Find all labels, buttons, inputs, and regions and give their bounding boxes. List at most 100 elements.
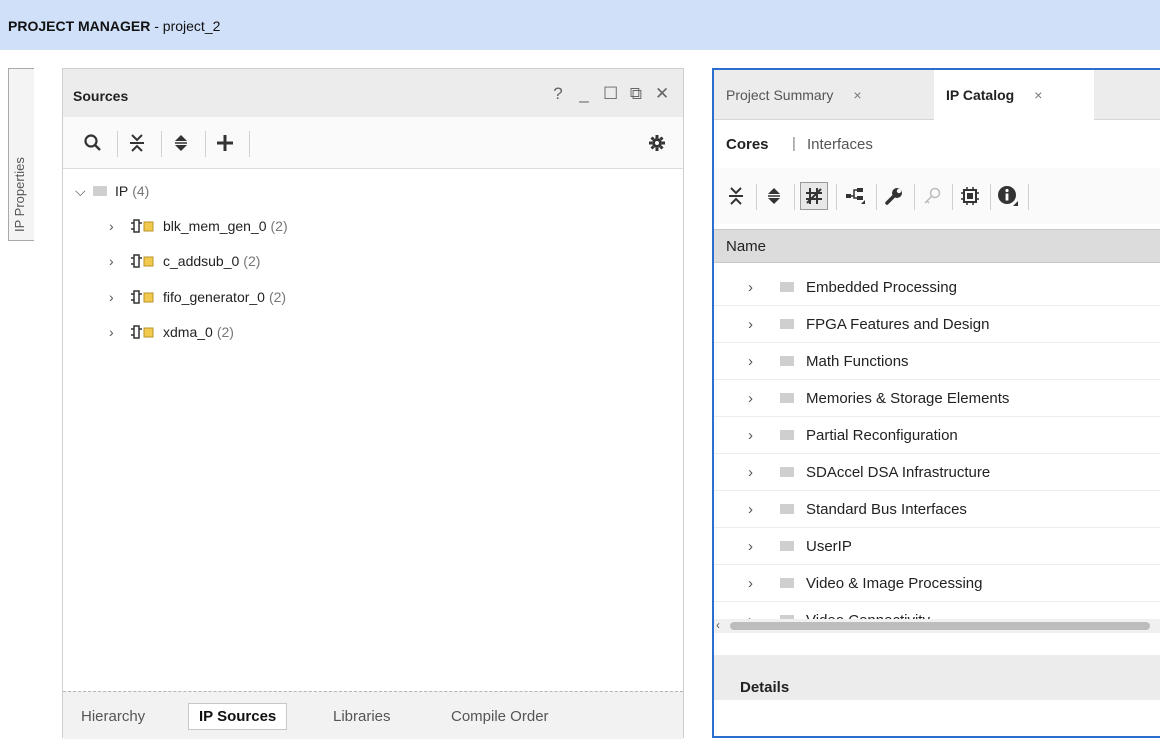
list-item[interactable]: › Math Functions [714,343,1160,380]
close-icon[interactable]: × [853,87,861,103]
tab-compile-order[interactable]: Compile Order [441,706,559,727]
tab-project-summary[interactable]: Project Summary × [714,70,934,120]
tree-root-label: IP [115,183,129,199]
tree-row[interactable]: › fifo_generator_0 (2) [109,287,286,307]
chevron-right-icon[interactable]: › [748,390,762,407]
tree-row[interactable]: › c_addsub_0 (2) [109,251,260,271]
key-icon[interactable] [920,184,944,208]
sources-bottom-tabs: Hierarchy IP Sources Libraries Compile O… [63,691,683,739]
search-icon[interactable] [81,131,105,155]
list-item[interactable]: › Memories & Storage Elements [714,380,1160,417]
category-label: Math Functions [806,352,909,370]
category-label: Standard Bus Interfaces [806,500,967,518]
expand-all-icon[interactable] [169,131,193,155]
chevron-down-icon[interactable]: ⌵ [75,183,89,200]
editor-tabbar: Project Summary × IP Catalog × [714,70,1160,120]
ip-item-label: fifo_generator_0 [163,289,265,305]
scrollbar-thumb[interactable] [730,622,1150,630]
folder-icon [93,186,107,196]
chevron-right-icon[interactable]: › [748,464,762,481]
list-item[interactable]: › FPGA Features and Design [714,306,1160,343]
chevron-right-icon[interactable]: › [748,538,762,555]
chevron-right-icon[interactable]: › [748,353,762,370]
ip-item-label: xdma_0 [163,324,213,340]
ip-core-icon [131,219,155,233]
compatible-ip-filter-icon[interactable] [800,182,828,210]
tree-row[interactable]: › blk_mem_gen_0 (2) [109,216,288,236]
ip-catalog-panel: Project Summary × IP Catalog × Cores | I… [712,68,1160,738]
ip-core-icon [131,325,155,339]
name-column-header[interactable]: Name [714,229,1160,263]
ip-item-count: (2) [270,218,288,234]
float-icon[interactable]: ⧉ [629,85,643,103]
add-sources-icon[interactable] [213,131,237,155]
ip-item-count: (2) [216,324,234,340]
help-icon[interactable]: ? [551,85,565,103]
tab-ip-catalog-label: IP Catalog [946,87,1015,103]
category-label: FPGA Features and Design [806,315,990,333]
chevron-right-icon[interactable]: › [109,218,123,234]
chevron-right-icon[interactable]: › [748,575,762,592]
folder-icon [780,504,794,514]
list-item[interactable]: › Video & Image Processing [714,565,1160,602]
chevron-right-icon[interactable]: › [748,316,762,333]
ip-item-label: c_addsub_0 [163,253,240,269]
chevron-right-icon[interactable]: › [748,427,762,444]
catalog-subnav: Cores | Interfaces [714,120,1160,168]
chevron-right-icon[interactable]: › [109,253,123,269]
chip-icon[interactable] [958,184,982,208]
list-item[interactable]: › Video Connectivity [714,602,1160,620]
list-item[interactable]: › Partial Reconfiguration [714,417,1160,454]
folder-icon [780,467,794,477]
chevron-right-icon[interactable]: › [109,324,123,340]
wrench-icon[interactable] [882,184,906,208]
tab-ip-sources[interactable]: IP Sources [188,703,288,730]
list-item[interactable]: › SDAccel DSA Infrastructure [714,454,1160,491]
tab-hierarchy[interactable]: Hierarchy [71,706,155,727]
project-manager-header: PROJECT MANAGER - project_2 [0,0,1160,50]
name-column-label: Name [726,238,767,255]
category-label: Partial Reconfiguration [806,426,958,444]
category-label: UserIP [806,537,852,555]
category-label: SDAccel DSA Infrastructure [806,463,991,481]
expand-all-icon[interactable] [762,184,786,208]
tab-libraries[interactable]: Libraries [323,706,401,727]
maximize-icon[interactable]: ☐ [603,85,618,103]
catalog-toolbar [714,168,1160,224]
folder-icon [780,356,794,366]
tree-row-ip-root[interactable]: ⌵ IP (4) [75,181,149,201]
close-icon[interactable]: × [1034,87,1042,103]
scroll-left-icon[interactable]: ‹ [716,618,720,632]
category-label: Memories & Storage Elements [806,389,1010,407]
catalog-category-list: › Embedded Processing › FPGA Features and … [714,269,1160,620]
details-section: Details [714,655,1160,700]
list-item[interactable]: › Standard Bus Interfaces [714,491,1160,528]
ip-properties-label: IP Properties [12,157,27,232]
tab-ip-catalog[interactable]: IP Catalog × [934,70,1094,120]
ip-properties-side-tab[interactable]: IP Properties [8,68,34,241]
details-title: Details [740,679,790,696]
cores-link[interactable]: Cores [726,136,769,153]
header-title-bold: PROJECT MANAGER [8,18,151,34]
list-item[interactable]: › UserIP [714,528,1160,565]
folder-icon [780,282,794,292]
tab-project-summary-label: Project Summary [726,87,834,103]
ip-core-icon [131,290,155,304]
chevron-right-icon[interactable]: › [109,289,123,305]
chevron-right-icon[interactable]: › [748,279,762,296]
close-icon[interactable]: ✕ [655,85,669,103]
minimize-icon[interactable]: _ [577,85,591,103]
folder-icon [780,578,794,588]
header-title-project: - project_2 [150,18,221,34]
collapse-all-icon[interactable] [125,131,149,155]
chevron-right-icon[interactable]: › [748,501,762,518]
subnav-separator: | [792,135,796,152]
collapse-all-icon[interactable] [724,184,748,208]
gear-icon[interactable] [645,131,669,155]
tree-row[interactable]: › xdma_0 (2) [109,322,234,342]
list-item[interactable]: › Embedded Processing [714,269,1160,306]
interfaces-link[interactable]: Interfaces [807,136,873,153]
info-icon[interactable] [996,184,1020,208]
horizontal-scrollbar[interactable]: ‹ [714,618,1160,633]
hierarchy-view-icon[interactable] [844,184,868,208]
